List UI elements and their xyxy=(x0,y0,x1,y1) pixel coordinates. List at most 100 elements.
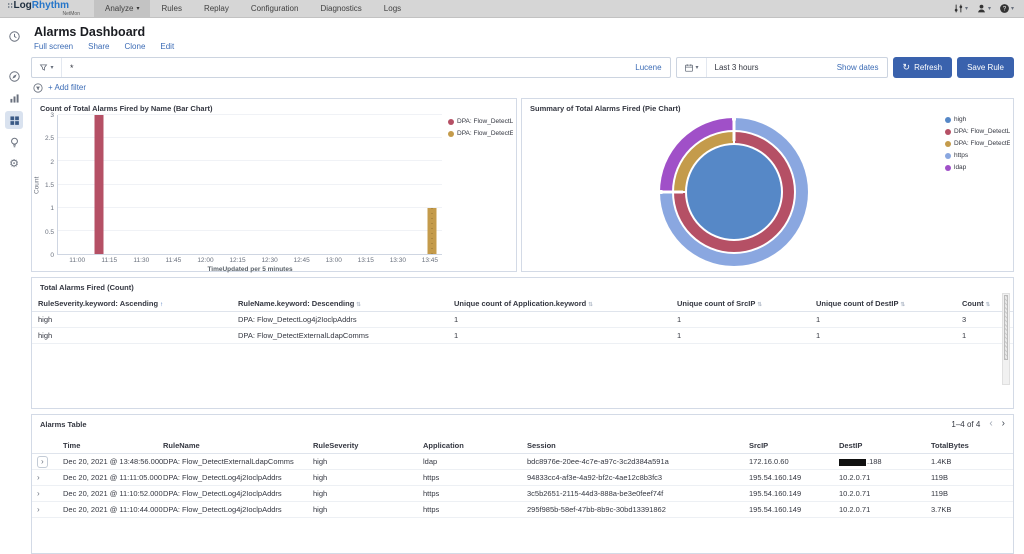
column-header[interactable]: SrcIP xyxy=(749,438,839,453)
nav-item-diagnostics[interactable]: Diagnostics xyxy=(309,0,372,17)
time-range-value[interactable]: Last 3 hours xyxy=(707,63,837,72)
sidebar-item-visualize[interactable] xyxy=(5,89,23,107)
nav-item-rules[interactable]: Rules xyxy=(150,0,192,17)
legend-item[interactable]: ldap xyxy=(945,164,1010,171)
legend-item[interactable]: DPA: Flow_DetectExtern... xyxy=(448,130,513,137)
share-button[interactable]: Share xyxy=(88,42,109,51)
recently-viewed-button[interactable] xyxy=(5,27,23,45)
legend-item[interactable]: high xyxy=(945,116,1010,123)
user-menu-button[interactable]: ▾ xyxy=(976,3,991,14)
filter-bar: + Add filter xyxy=(33,82,1014,93)
column-header[interactable]: Time xyxy=(63,438,163,453)
legend-item[interactable]: DPA: Flow_DetectExtern... xyxy=(945,140,1010,147)
legend-label: ldap xyxy=(954,164,967,171)
prev-page-button[interactable]: ‹ xyxy=(989,419,992,429)
legend-label: DPA: Flow_DetectLog4j2... xyxy=(457,118,513,125)
column-header[interactable]: TotalBytes xyxy=(931,438,1013,453)
row-expander-cell: › xyxy=(37,470,63,485)
table-scrollbar[interactable] xyxy=(1002,293,1010,385)
gridline xyxy=(58,183,442,185)
sidebar-item-management[interactable]: ⚙ xyxy=(5,155,23,173)
column-header[interactable]: RuleSeverity xyxy=(313,438,423,453)
nav-item-logs[interactable]: Logs xyxy=(373,0,412,17)
full-screen-button[interactable]: Full screen xyxy=(34,42,73,51)
alarms-table-panel: Alarms Table 1–4 of 4 ‹ › Time RuleName Ru… xyxy=(31,414,1014,554)
date-picker[interactable]: ▾ Last 3 hours Show dates xyxy=(675,57,888,78)
nav-item-replay[interactable]: Replay xyxy=(193,0,240,17)
chevron-down-icon: ▾ xyxy=(136,6,140,12)
row-expander-cell: › xyxy=(37,454,63,469)
row-expander-cell: › xyxy=(37,502,63,517)
pie-ring-rulename[interactable] xyxy=(673,132,794,252)
pie-ring-severity[interactable] xyxy=(686,145,781,239)
table-cell: 195.54.160.149 xyxy=(749,473,802,482)
clock-icon xyxy=(8,30,20,42)
count-table-title: Total Alarms Fired (Count) xyxy=(40,283,134,292)
save-rule-button[interactable]: Save Rule xyxy=(957,57,1014,78)
legend-item[interactable]: DPA: Flow_DetectLog4j2... xyxy=(945,128,1010,135)
nav-item-analyze[interactable]: Analyze ▾ xyxy=(94,0,151,17)
nav-item-label: Logs xyxy=(383,4,402,13)
legend-item[interactable]: https xyxy=(945,152,1010,159)
column-header[interactable]: Session xyxy=(527,438,749,453)
show-dates-button[interactable]: Show dates xyxy=(837,63,887,72)
y-axis-tick: 2.5 xyxy=(44,135,54,143)
x-axis-tick: 12:30 xyxy=(261,257,278,264)
bar-chart-icon xyxy=(9,93,19,103)
column-header[interactable]: RuleName xyxy=(163,438,313,453)
x-axis-tick: 11:45 xyxy=(165,257,182,264)
table-cell: high xyxy=(313,473,328,482)
query-input[interactable]: ▾ * Lucene xyxy=(31,57,671,78)
clone-button[interactable]: Clone xyxy=(124,42,145,51)
legend-item[interactable]: DPA: Flow_DetectLog4j2... xyxy=(448,118,513,125)
cell-text: .188 xyxy=(867,457,882,466)
table-header-row: RuleSeverity.keyword: Ascending ↑ RuleName… xyxy=(32,296,1013,312)
add-filter-button[interactable]: + Add filter xyxy=(48,83,86,92)
column-header[interactable]: Unique count of SrcIP ⇅ xyxy=(677,296,816,311)
calendar-icon xyxy=(684,63,693,72)
refresh-button[interactable]: ↻ Refresh xyxy=(892,57,953,78)
settings-sliders-button[interactable]: ▾ xyxy=(953,3,968,14)
column-header[interactable]: Unique count of DestIP ⇅ xyxy=(816,296,962,311)
column-header-label: Unique count of DestIP xyxy=(816,299,899,308)
legend-swatch xyxy=(448,130,454,137)
date-picker-menu-button[interactable]: ▾ xyxy=(677,58,707,77)
nav-item-label: Diagnostics xyxy=(320,4,362,13)
table-cell: Dec 20, 2021 @ 11:10:44.000 xyxy=(63,505,163,514)
row-expand-button[interactable]: › xyxy=(37,456,48,468)
pie-ring-application[interactable] xyxy=(659,118,808,266)
y-axis: 0 0.5 1 1.5 2 2.5 3 xyxy=(42,112,57,259)
row-expand-button[interactable]: › xyxy=(37,505,40,514)
nav-item-configuration[interactable]: Configuration xyxy=(240,0,310,17)
chevron-down-icon: ▾ xyxy=(50,65,54,71)
sidebar-item-discover[interactable] xyxy=(5,67,23,85)
sort-icon: ⇅ xyxy=(757,302,762,308)
column-header[interactable]: Application xyxy=(423,438,527,453)
saved-query-menu-button[interactable]: ▾ xyxy=(32,58,62,77)
dashboard-icon xyxy=(9,115,19,125)
column-header[interactable]: Unique count of Application.keyword ⇅ xyxy=(454,296,677,311)
table-cell: 1.4KB xyxy=(931,457,952,466)
column-header[interactable]: DestIP xyxy=(839,438,931,453)
sidebar-item-dashboard[interactable] xyxy=(5,111,23,129)
chart-bar[interactable] xyxy=(427,207,437,254)
row-expand-button[interactable]: › xyxy=(37,473,40,482)
table-cell: 1 xyxy=(816,315,821,324)
chart-bar[interactable] xyxy=(94,115,104,254)
table-cell: DPA: Flow_DetectLog4j2IoclpAddrs xyxy=(163,473,282,482)
query-language-toggle[interactable]: Lucene xyxy=(627,63,669,72)
next-page-button[interactable]: › xyxy=(1002,419,1005,429)
row-expand-button[interactable]: › xyxy=(37,489,40,498)
help-menu-button[interactable]: ? ▾ xyxy=(999,3,1014,14)
sidebar-item-dev-tools[interactable] xyxy=(5,133,23,151)
scrollbar-thumb[interactable] xyxy=(1004,295,1008,360)
column-header[interactable]: RuleName.keyword: Descending ⇅ xyxy=(238,296,454,311)
column-header[interactable]: RuleSeverity.keyword: Ascending ↑ xyxy=(38,296,238,311)
filter-options-button[interactable] xyxy=(33,82,43,93)
nav-item-label: Analyze xyxy=(105,4,134,13)
query-value[interactable]: * xyxy=(62,63,627,73)
sort-icon: ⇅ xyxy=(985,302,991,308)
edit-button[interactable]: Edit xyxy=(160,42,174,51)
table-cell: 1 xyxy=(454,331,459,340)
table-cell: 3.7KB xyxy=(931,505,952,514)
